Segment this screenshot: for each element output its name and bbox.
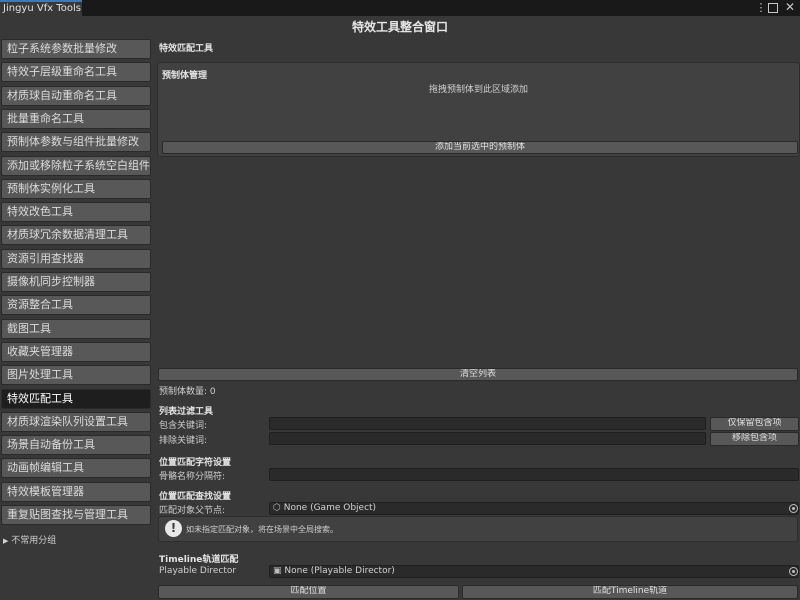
bone-separator-input[interactable] [269,468,799,481]
include-keyword-input[interactable] [269,417,706,430]
sidebar-item[interactable]: 截图工具 [1,318,151,339]
position-search-title: 位置匹配查找设置 [159,492,232,502]
triangle-right-icon: ▶ [3,537,9,545]
timeline-title: Timeline轨道匹配 [159,555,239,565]
section-title: 特效匹配工具 [159,44,214,54]
sidebar-group-toggle[interactable]: ▶ 不常用分组 [3,533,151,547]
sidebar-item[interactable]: 批量重命名工具 [1,108,151,129]
bone-separator-label: 骨骼名称分隔符: [159,472,226,482]
filter-title: 列表过滤工具 [159,407,214,417]
warning-icon: ! [165,520,182,537]
sidebar: 粒子系统参数批量修改 特效子层级重命名工具 材质球自动重命名工具 批量重命名工具 预制体… [0,38,152,600]
sidebar-item[interactable]: 添加或移除粒子系统空白组件 [1,155,151,176]
keep-included-button[interactable]: 仅保留包含项 [710,417,799,431]
maximize-icon[interactable] [768,3,778,13]
sidebar-item[interactable]: 预制体实例化工具 [1,178,151,199]
sidebar-item[interactable]: 材质球自动重命名工具 [1,85,151,106]
clear-list-button[interactable]: 清空列表 [158,368,798,381]
title-bar [0,0,800,16]
remove-included-button[interactable]: 移除包含项 [710,432,799,446]
sidebar-item[interactable]: 场景自动备份工具 [1,435,151,456]
parent-node-value: None (Game Object) [283,503,377,513]
sidebar-item[interactable]: 资源整合工具 [1,295,151,316]
sidebar-item[interactable]: 材质球渲染队列设置工具 [1,411,151,432]
exclude-keyword-label: 排除关键词: [159,436,208,446]
close-icon[interactable]: ✕ [783,0,797,14]
kebab-menu-icon[interactable]: ⋮ [754,1,768,15]
sidebar-group-label: 不常用分组 [11,536,57,546]
drop-hint: 拖拽预制体到此区域添加 [428,85,528,95]
sidebar-item[interactable]: 特效改色工具 [1,202,151,223]
include-keyword-label: 包含关键词: [159,421,208,431]
sidebar-item[interactable]: 图片处理工具 [1,365,151,386]
sidebar-item[interactable]: 资源引用查找器 [1,248,151,269]
director-picker-icon[interactable] [789,567,798,576]
sidebar-item[interactable]: 材质球冗余数据清理工具 [1,225,151,246]
parent-node-label: 匹配对象父节点: [159,506,226,516]
playable-director-label: Playable Director [159,566,237,576]
playable-director-field[interactable]: ▣ None (Playable Director) [269,565,799,578]
window-tab[interactable]: Jingyu Vfx Tools [0,0,82,16]
parent-node-field[interactable]: ⬡ None (Game Object) [269,502,799,515]
match-position-button[interactable]: 匹配位置 [158,585,459,599]
window-title: 特效工具整合窗口 [351,20,448,34]
sidebar-item[interactable]: 预制体参数与组件批量修改 [1,132,151,153]
cube-icon: ⬡ [273,503,281,513]
sidebar-item[interactable]: 粒子系统参数批量修改 [1,39,151,59]
match-timeline-button[interactable]: 匹配Timeline轨道 [462,585,798,599]
position-char-title: 位置匹配字符设置 [159,458,232,468]
add-selected-prefab-button[interactable]: 添加当前选中的预制体 [162,141,798,154]
sidebar-item[interactable]: 重复贴图查找与管理工具 [1,505,151,525]
sidebar-item[interactable]: 摄像机同步控制器 [1,272,151,292]
sidebar-item[interactable]: 特效模板管理器 [1,481,151,502]
sidebar-item[interactable]: 特效匹配工具 [1,388,151,409]
sidebar-item[interactable]: 动画帧编辑工具 [1,458,151,479]
sidebar-item[interactable]: 特效子层级重命名工具 [1,62,151,83]
prefab-count: 预制体数量: 0 [159,387,216,397]
prefab-box-title: 预制体管理 [162,71,208,81]
sidebar-item[interactable]: 收藏夹管理器 [1,341,151,362]
playable-director-value: None (Playable Director) [284,566,395,576]
object-picker-icon[interactable] [789,504,798,513]
help-text: 如未指定匹配对象，将在场景中全局搜索。 [186,525,338,534]
exclude-keyword-input[interactable] [269,432,706,445]
director-icon: ▣ [273,566,282,576]
